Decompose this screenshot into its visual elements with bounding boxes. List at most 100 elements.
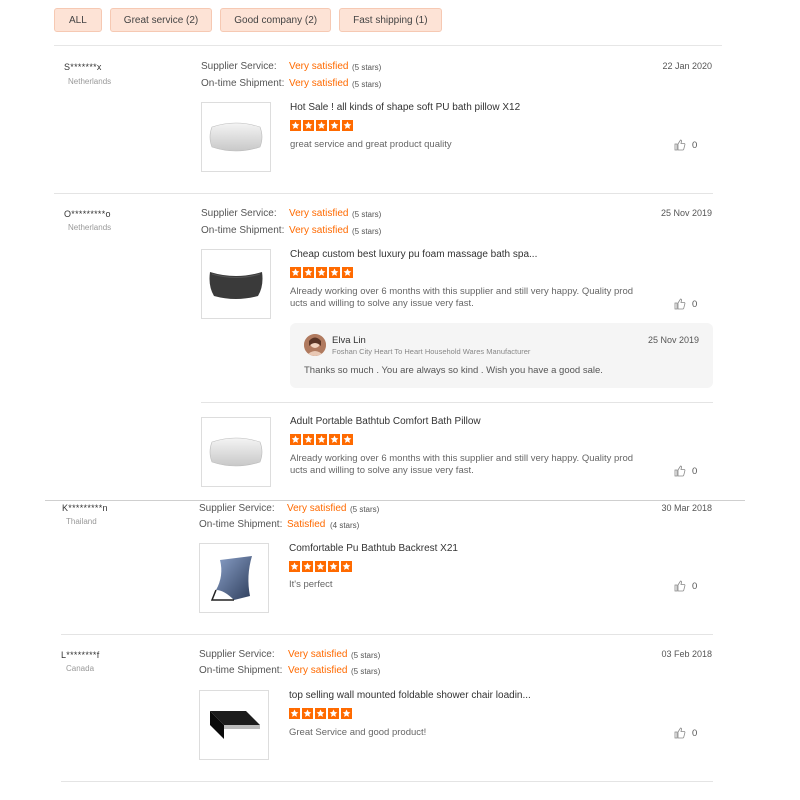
helpful-count: 0: [692, 298, 698, 310]
thumbs-up-icon: [674, 580, 686, 592]
review-item: O*********o Netherlands Supplier Service…: [54, 194, 724, 494]
review-item: L********f Canada Supplier Service: Very…: [54, 635, 724, 785]
product-rating-stars: [290, 267, 353, 278]
product-rating-stars: [290, 120, 353, 131]
star-icon: [342, 120, 353, 131]
supplier-service-stars: (5 stars): [352, 63, 382, 72]
reply-date: 25 Nov 2019: [647, 335, 699, 345]
supplier-service-rating: Very satisfied: [287, 503, 347, 514]
star-icon: [316, 267, 327, 278]
star-icon: [289, 561, 300, 572]
review-item: K*********n Thailand Supplier Service: V…: [54, 494, 724, 635]
supplier-service-label: Supplier Service:: [199, 649, 275, 660]
ontime-shipment-label: On-time Shipment:: [199, 665, 283, 676]
supplier-service-stars: (5 stars): [352, 210, 382, 219]
ontime-shipment-label: On-time Shipment:: [201, 225, 285, 236]
star-icon: [329, 434, 340, 445]
review-comment-line-2: ucts and willing to solve any issue very…: [290, 298, 474, 309]
star-icon: [341, 561, 352, 572]
reply-author-company: Foshan City Heart To Heart Household War…: [332, 347, 531, 356]
review-comment: It's perfect: [289, 579, 333, 590]
supplier-service-rating: Very satisfied: [289, 208, 349, 219]
buyer-name: L********f: [61, 650, 100, 660]
divider: [61, 781, 713, 782]
avatar: [304, 334, 326, 356]
product-thumbnail[interactable]: [199, 690, 269, 760]
helpful-count: 0: [692, 727, 698, 739]
bathtub-backrest-image: [210, 556, 252, 601]
thumbs-up-icon: [674, 727, 686, 739]
helpful-button[interactable]: 0: [674, 727, 697, 739]
filter-great-service[interactable]: Great service (2): [109, 8, 213, 32]
review-filter-bar: ALL Great service (2) Good company (2) F…: [54, 8, 442, 32]
helpful-button[interactable]: 0: [674, 139, 697, 151]
review-date: 25 Nov 2019: [660, 208, 712, 218]
bath-pillow-white-image: [209, 437, 263, 467]
star-icon: [342, 267, 353, 278]
star-icon: [329, 120, 340, 131]
star-icon: [303, 120, 314, 131]
filter-all[interactable]: ALL: [54, 8, 102, 32]
reply-author-name: Elva Lin: [332, 335, 366, 346]
ontime-shipment-stars: (5 stars): [351, 667, 381, 676]
star-icon: [289, 708, 300, 719]
product-title[interactable]: top selling wall mounted foldable shower…: [289, 690, 531, 701]
thumbs-up-icon: [674, 465, 686, 477]
product-rating-stars: [290, 434, 353, 445]
helpful-count: 0: [692, 139, 698, 151]
divider: [201, 402, 713, 403]
product-thumbnail[interactable]: [201, 417, 271, 487]
star-icon: [315, 561, 326, 572]
reply-text: Thanks so much . You are always so kind …: [304, 365, 603, 376]
ontime-shipment-rating: Very satisfied: [289, 78, 349, 89]
helpful-button[interactable]: 0: [674, 580, 697, 592]
star-icon: [290, 120, 301, 131]
star-icon: [302, 561, 313, 572]
product-rating-stars: [289, 708, 352, 719]
supplier-service-label: Supplier Service:: [201, 61, 277, 72]
supplier-service-label: Supplier Service:: [201, 208, 277, 219]
filter-fast-shipping[interactable]: Fast shipping (1): [339, 8, 442, 32]
buyer-country: Thailand: [66, 517, 97, 526]
supplier-service-rating: Very satisfied: [289, 61, 349, 72]
star-icon: [316, 434, 327, 445]
helpful-button[interactable]: 0: [674, 465, 697, 477]
star-icon: [290, 267, 301, 278]
ontime-shipment-stars: (4 stars): [330, 521, 360, 530]
helpful-count: 0: [692, 465, 698, 477]
review-comment: Great Service and good product!: [289, 727, 427, 738]
star-icon: [315, 708, 326, 719]
supplier-service-label: Supplier Service:: [199, 503, 275, 514]
bath-pillow-black-image: [209, 272, 263, 299]
helpful-button[interactable]: 0: [674, 298, 697, 310]
review-comment-line-2: ucts and willing to solve any issue very…: [290, 465, 474, 476]
filter-good-company[interactable]: Good company (2): [220, 8, 332, 32]
ontime-shipment-label: On-time Shipment:: [201, 78, 285, 89]
star-icon: [290, 434, 301, 445]
supplier-reply: Elva Lin Foshan City Heart To Heart Hous…: [290, 323, 713, 388]
buyer-country: Netherlands: [68, 77, 112, 86]
product-title[interactable]: Adult Portable Bathtub Comfort Bath Pill…: [290, 416, 481, 427]
review-comment-line-1: Already working over 6 months with this …: [290, 453, 634, 464]
ontime-shipment-label: On-time Shipment:: [199, 519, 283, 530]
helpful-count: 0: [692, 580, 698, 592]
product-title[interactable]: Comfortable Pu Bathtub Backrest X21: [289, 543, 458, 554]
product-thumbnail[interactable]: [201, 249, 271, 319]
product-thumbnail[interactable]: [201, 102, 271, 172]
product-title[interactable]: Cheap custom best luxury pu foam massage…: [290, 249, 537, 260]
star-icon: [316, 120, 327, 131]
review-comment-line-1: Already working over 6 months with this …: [290, 286, 634, 297]
star-icon: [341, 708, 352, 719]
product-title[interactable]: Hot Sale ! all kinds of shape soft PU ba…: [290, 102, 520, 113]
star-icon: [303, 267, 314, 278]
star-icon: [329, 267, 340, 278]
ontime-shipment-rating: Satisfied: [287, 519, 326, 530]
ontime-shipment-stars: (5 stars): [352, 80, 382, 89]
buyer-country: Netherlands: [68, 223, 112, 232]
buyer-name: K*********n: [62, 503, 108, 513]
product-thumbnail[interactable]: [199, 543, 269, 613]
supplier-service-stars: (5 stars): [350, 505, 380, 514]
buyer-name: S*******x: [64, 62, 102, 72]
product-rating-stars: [289, 561, 352, 572]
star-icon: [342, 434, 353, 445]
